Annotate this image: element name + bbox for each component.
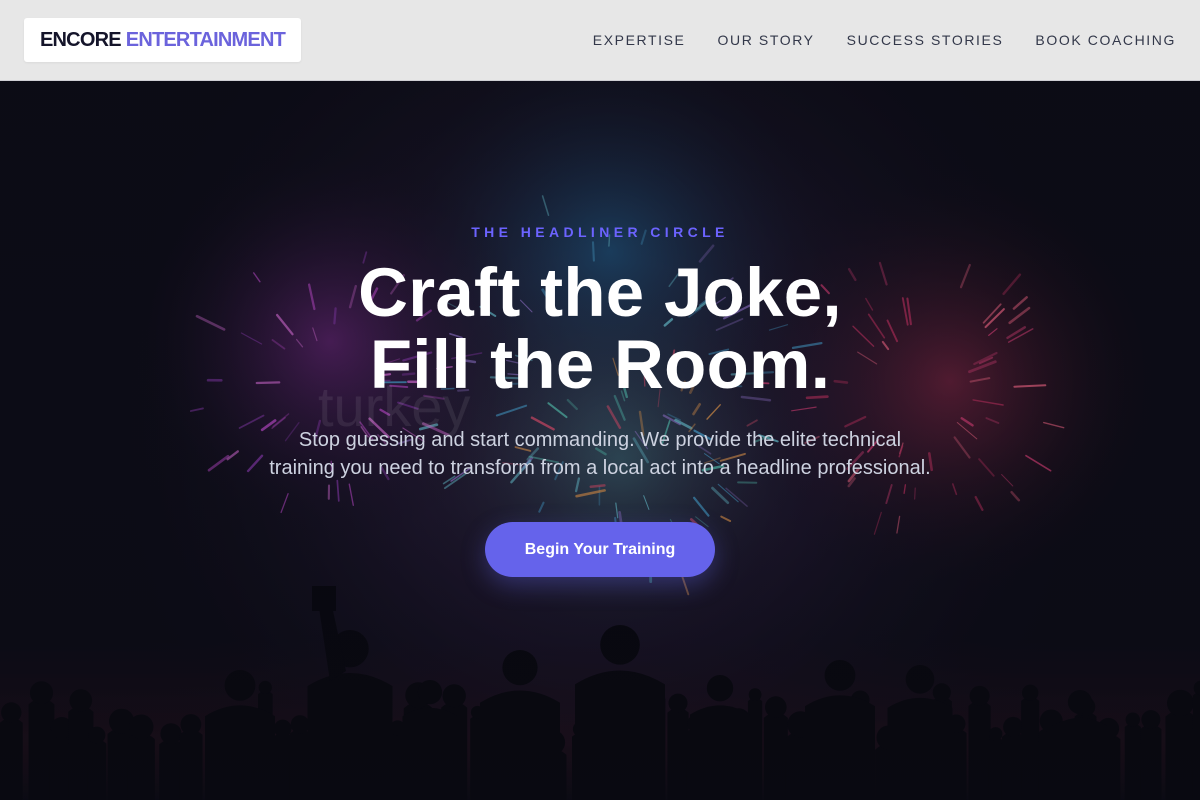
main-nav: EXPERTISE OUR STORY SUCCESS STORIES BOOK… <box>593 32 1176 48</box>
nav-link-book-coaching[interactable]: BOOK COACHING <box>1035 32 1176 48</box>
begin-training-button[interactable]: Begin Your Training <box>485 522 715 577</box>
site-header: ENCORE ENTERTAINMENT EXPERTISE OUR STORY… <box>0 0 1200 81</box>
hero-headline-line-1: Craft the Joke, <box>358 254 842 331</box>
nav-link-our-story[interactable]: OUR STORY <box>718 32 815 48</box>
hero-headline-line-2: Fill the Room. <box>369 326 831 403</box>
brand-logo[interactable]: ENCORE ENTERTAINMENT <box>24 18 302 62</box>
hero-subtitle-line-2: training you need to transform from a lo… <box>269 457 931 479</box>
hero-headline: Craft the Joke, Fill the Room. <box>0 257 1200 401</box>
nav-link-success-stories[interactable]: SUCCESS STORIES <box>847 32 1004 48</box>
hero-section: turkey THE HEADLINER CIRCLE Craft the Jo… <box>0 81 1200 800</box>
hero-subtitle: Stop guessing and start commanding. We p… <box>0 426 1200 482</box>
brand-word-primary: ENCORE <box>40 28 122 51</box>
hero-content: THE HEADLINER CIRCLE Craft the Joke, Fil… <box>0 81 1200 800</box>
nav-link-expertise[interactable]: EXPERTISE <box>593 32 686 48</box>
brand-word-accent: ENTERTAINMENT <box>125 28 286 51</box>
hero-eyebrow: THE HEADLINER CIRCLE <box>471 224 729 240</box>
hero-subtitle-line-1: Stop guessing and start commanding. We p… <box>298 429 902 451</box>
